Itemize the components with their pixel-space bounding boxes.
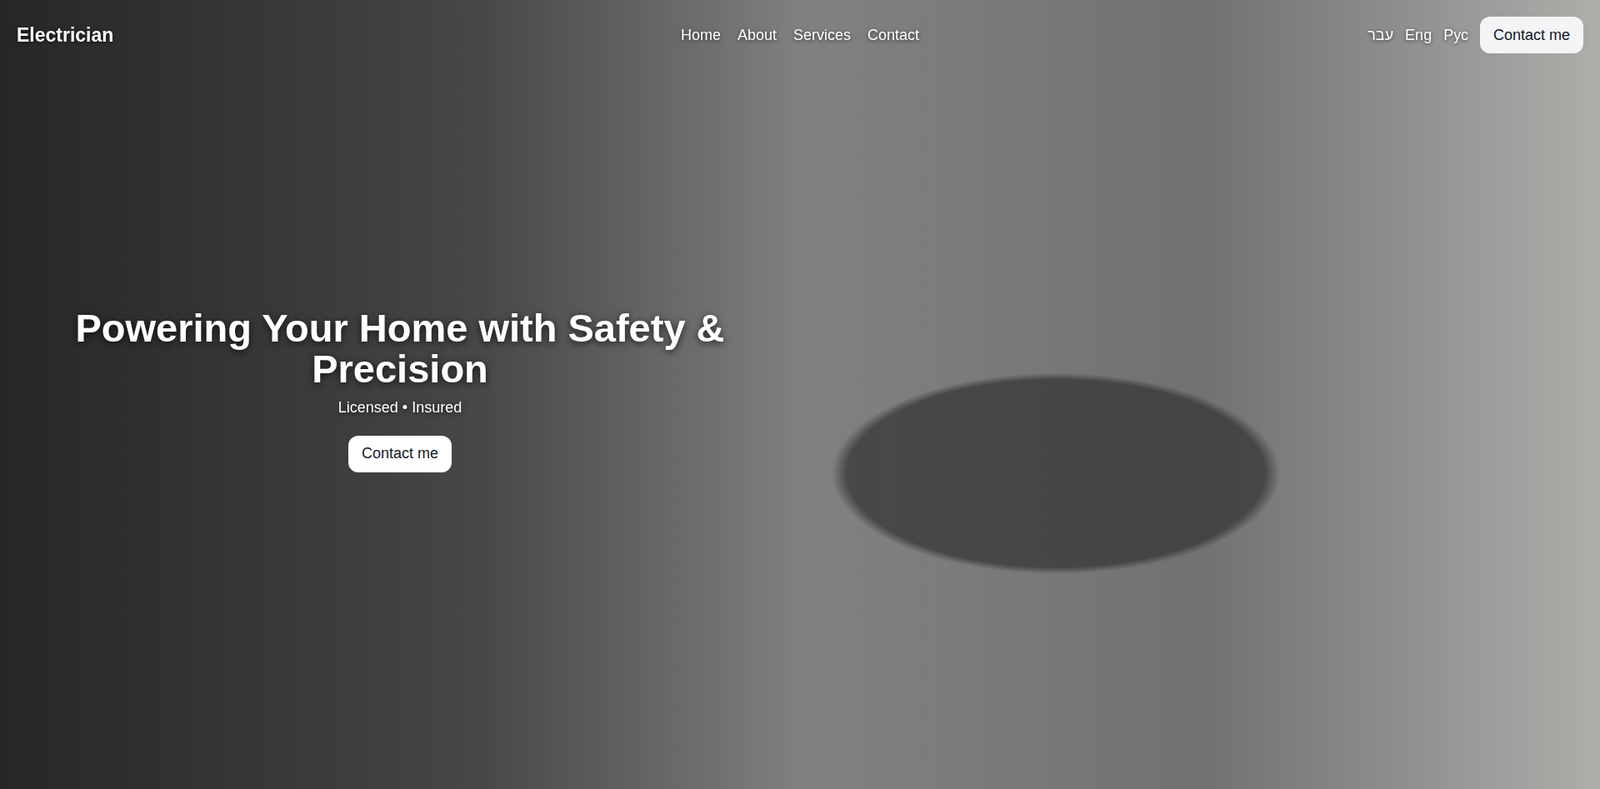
hero-subtitle: Licensed • Insured — [338, 396, 462, 420]
header-actions: עבר Eng Рус Contact me — [1060, 16, 1584, 54]
hero-title: Powering Your Home with Safety & Precisi… — [33, 307, 767, 390]
language-link[interactable]: Eng — [1405, 24, 1432, 47]
header-contact-button[interactable]: Contact me — [1480, 16, 1584, 54]
language-link[interactable]: עבר — [1367, 24, 1394, 47]
site-header: Electrician Home About Services Contact עבר En… — [0, 0, 1600, 54]
main-nav: Home About Services Contact — [539, 24, 1062, 47]
hero-overlay — [0, 0, 1600, 789]
nav-link[interactable]: About — [737, 24, 777, 47]
logo[interactable]: Electrician — [16, 20, 540, 50]
hero-contact-button[interactable]: Contact me — [348, 435, 452, 473]
nav-link[interactable]: Home — [680, 24, 721, 47]
page: Electrician Home About Services Contact עבר En… — [0, 0, 1600, 789]
language-link[interactable]: Рус — [1443, 24, 1469, 47]
nav-link[interactable]: Contact — [867, 24, 920, 47]
nav-link[interactable]: Services — [793, 24, 851, 47]
hero: Powering Your Home with Safety & Precisi… — [0, 53, 800, 473]
